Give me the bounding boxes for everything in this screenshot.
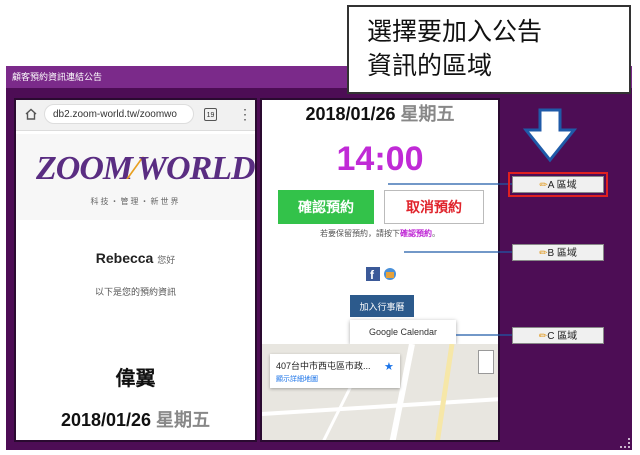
area-a-button[interactable]: ✏A 區域 xyxy=(508,172,608,197)
down-arrow-icon xyxy=(522,108,578,163)
pencil-icon: ✏ xyxy=(539,180,548,191)
area-c-button[interactable]: ✏C 區域 xyxy=(512,327,604,344)
pencil-icon: ✏ xyxy=(538,331,548,342)
callout-line-2: 資訊的區域 xyxy=(367,52,493,80)
callout-line-1: 選擇要加入公告 xyxy=(367,18,543,46)
instruction-callout: 選擇要加入公告 資訊的區域 xyxy=(347,5,631,94)
area-b-button[interactable]: ✏B 區域 xyxy=(512,244,604,261)
